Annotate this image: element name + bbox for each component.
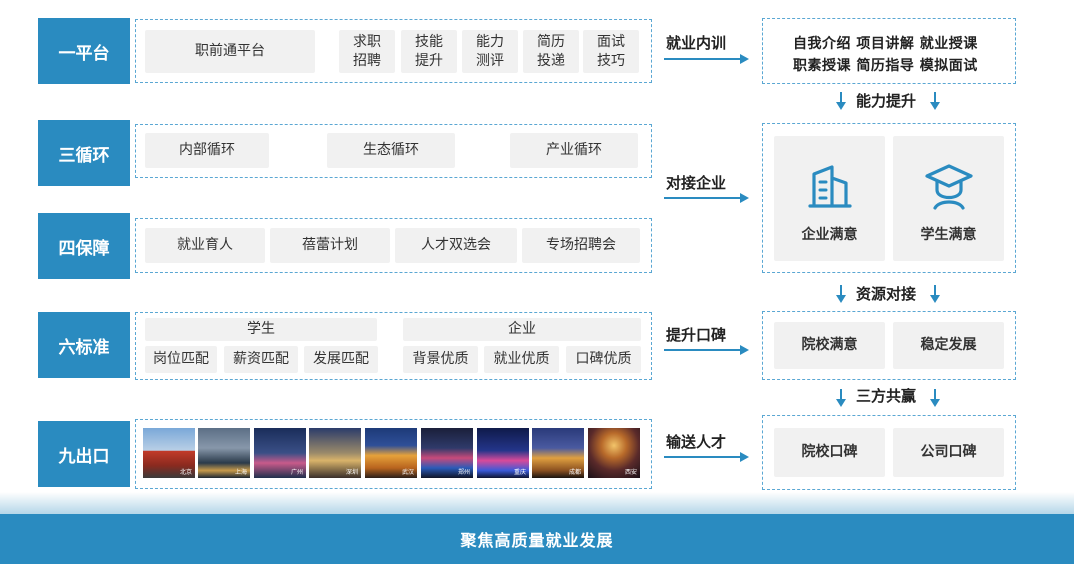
arrow-line — [664, 197, 740, 199]
city-photo-xian: 西安 — [588, 428, 640, 478]
building-icon — [807, 165, 852, 208]
student-satisfaction-card: 学生满意 — [893, 136, 1004, 261]
footer-fade — [0, 492, 1074, 514]
city-caption: 西安 — [624, 469, 637, 476]
city-caption: 广州 — [290, 469, 303, 476]
standard-position-match: 岗位匹配 — [145, 346, 217, 373]
guarantee-job-fair: 人才双选会 — [395, 228, 517, 263]
down-arrow — [930, 389, 940, 407]
city-photo-chongqing: 重庆 — [477, 428, 529, 478]
standard-development-match: 发展匹配 — [304, 346, 378, 373]
cycle-industry: 产业循环 — [510, 133, 638, 168]
cycle-ecosystem: 生态循环 — [327, 133, 455, 168]
training-line-1: 自我介绍 项目讲解 就业授课 — [793, 36, 978, 52]
down-arrow — [836, 285, 846, 303]
arrow-label-training: 就业内训 — [666, 34, 727, 52]
city-caption: 武汉 — [401, 469, 414, 476]
city-caption: 北京 — [179, 469, 192, 476]
platform-item-recruit: 求职 招聘 — [339, 30, 395, 73]
down-arrow — [930, 285, 940, 303]
school-reputation: 院校口碑 — [774, 428, 885, 477]
enterprise-satisfaction-label: 企业满意 — [801, 227, 858, 243]
down-arrow — [836, 92, 846, 110]
row-label-standards: 六标准 — [38, 312, 130, 378]
down-arrow — [930, 92, 940, 110]
standards-enterprise-header: 企业 — [403, 318, 641, 341]
city-photo-zhengzhou: 郑州 — [421, 428, 473, 478]
platform-item-skill: 技能 提升 — [401, 30, 457, 73]
standard-reputation-quality: 口碑优质 — [566, 346, 641, 373]
platform-chip: 职前通平台 — [145, 30, 315, 73]
city-caption: 重庆 — [513, 469, 526, 476]
student-satisfaction-label: 学生满意 — [920, 227, 977, 243]
city-photo-wuhan: 武汉 — [365, 428, 417, 478]
city-caption: 上海 — [234, 469, 247, 476]
guarantee-education: 就业育人 — [145, 228, 265, 263]
step-win-win: 三方共赢 — [856, 387, 917, 405]
city-photo-chengdu: 成都 — [532, 428, 584, 478]
city-photo-shenzhen: 深圳 — [309, 428, 361, 478]
city-caption: 郑州 — [457, 469, 470, 476]
company-reputation: 公司口碑 — [893, 428, 1004, 477]
city-photo-shanghai: 上海 — [198, 428, 250, 478]
training-line-2: 职素授课 简历指导 模拟面试 — [793, 58, 978, 74]
standard-employment-quality: 就业优质 — [484, 346, 559, 373]
arrow-label-deliver: 输送人才 — [666, 433, 727, 451]
city-photo-beijing: 北京 — [143, 428, 195, 478]
platform-item-interview: 面试 技巧 — [583, 30, 639, 73]
down-arrow — [836, 389, 846, 407]
standard-salary-match: 薪资匹配 — [224, 346, 298, 373]
arrow-label-connect: 对接企业 — [666, 174, 727, 192]
platform-item-resume: 简历 投递 — [523, 30, 579, 73]
row-label-guarantees: 四保障 — [38, 213, 130, 279]
arrow-head — [740, 452, 749, 462]
step-resources: 资源对接 — [856, 285, 917, 303]
step-ability: 能力提升 — [856, 92, 917, 110]
city-caption: 成都 — [568, 469, 581, 476]
row-label-exits: 九出口 — [38, 421, 130, 487]
platform-item-assessment: 能力 测评 — [462, 30, 518, 73]
guarantee-bud-plan: 蓓蕾计划 — [270, 228, 390, 263]
city-caption: 深圳 — [345, 469, 358, 476]
arrow-line — [664, 349, 740, 351]
city-photo-guangzhou: 广州 — [254, 428, 306, 478]
arrow-head — [740, 54, 749, 64]
enterprise-satisfaction-card: 企业满意 — [774, 136, 885, 261]
arrow-line — [664, 58, 740, 60]
standards-student-header: 学生 — [145, 318, 377, 341]
arrow-line — [664, 456, 740, 458]
school-satisfaction: 院校满意 — [774, 322, 885, 369]
standard-background-quality: 背景优质 — [403, 346, 478, 373]
row-label-cycles: 三循环 — [38, 120, 130, 186]
arrow-head — [740, 345, 749, 355]
row-label-platform: 一平台 — [38, 18, 130, 84]
graduate-icon — [924, 164, 973, 210]
arrow-label-reputation: 提升口碑 — [666, 326, 727, 344]
guarantee-special-fair: 专场招聘会 — [522, 228, 640, 263]
arrow-head — [740, 193, 749, 203]
cycle-internal: 内部循环 — [145, 133, 269, 168]
stable-development: 稳定发展 — [893, 322, 1004, 369]
footer-banner: 聚焦高质量就业发展 — [0, 514, 1074, 564]
